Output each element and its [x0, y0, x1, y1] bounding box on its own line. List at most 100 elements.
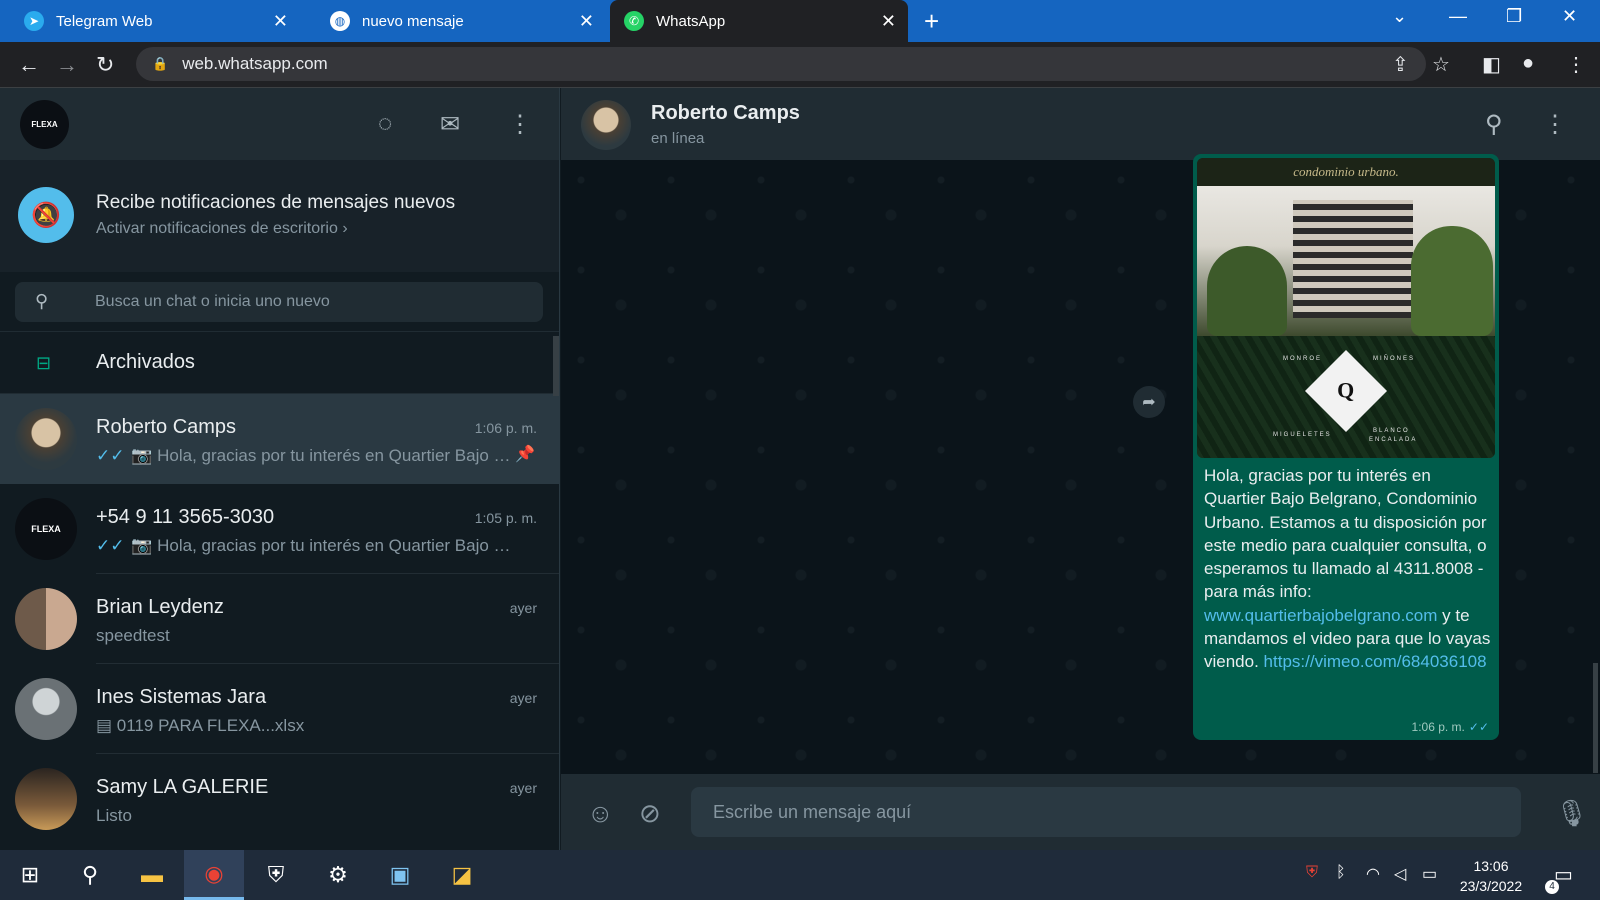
tab-telegram[interactable]: ➤ Telegram Web ✕ [0, 0, 300, 42]
default-avatar-icon [15, 678, 77, 740]
new-chat-icon[interactable]: ✉ [440, 110, 460, 139]
chat-time: 1:06 p. m. [474, 420, 537, 436]
logo-word: MONROE [1283, 356, 1322, 362]
archived-label: Archivados [96, 351, 195, 373]
chat-time: ayer [509, 600, 537, 616]
notification-title: Recibe notificaciones de mensajes nuevos [96, 192, 456, 213]
message-image[interactable]: condominio urbano. MONROE MIÑONES Q MIGU… [1197, 158, 1495, 458]
new-tab-button[interactable]: + [924, 6, 939, 37]
search-icon: ⚲ [35, 291, 49, 311]
archived-row[interactable]: ⊟ Archivados [0, 332, 559, 394]
chat-item-samy-la-galerie[interactable]: Samy LA GALERIE ayer Listo [0, 754, 559, 844]
side-panel-icon[interactable]: ◧ [1482, 52, 1501, 77]
pin-icon: 📌 [515, 446, 535, 463]
notification-count-badge: 4 [1545, 880, 1559, 894]
chat-item-phone[interactable]: FLEXA +54 9 11 3565-3030 1:05 p. m. ✓✓ 📷… [0, 484, 559, 574]
close-tab-icon[interactable]: ✕ [579, 11, 594, 32]
conversation-pane: Roberto Camps en línea ⚲ ⋮ ➦ condominio … [561, 88, 1600, 850]
telegram-icon: ➤ [24, 11, 44, 31]
quartier-logo: MONROE MIÑONES Q MIGUELETES BLANCO ENCAL… [1197, 336, 1495, 458]
image-caption: condominio urbano. [1197, 158, 1495, 186]
file-explorer-icon[interactable]: ▬ [122, 850, 182, 900]
settings-gear-icon[interactable]: ⚙ [308, 850, 368, 900]
forward-icon[interactable]: ➦ [1133, 386, 1165, 418]
bookmark-star-icon[interactable]: ☆ [1432, 52, 1450, 77]
emoji-icon[interactable]: ☺ [587, 798, 614, 829]
reload-icon[interactable]: ↻ [96, 52, 114, 78]
bell-off-icon: 🔕 [18, 187, 74, 243]
chat-item-brian-leydenz[interactable]: Brian Leydenz ayer speedtest [0, 574, 559, 664]
microphone-icon[interactable]: 🎙 [1555, 798, 1588, 829]
close-tab-icon[interactable]: ✕ [881, 11, 896, 32]
back-icon[interactable]: ← [18, 52, 40, 78]
outgoing-message[interactable]: condominio urbano. MONROE MIÑONES Q MIGU… [1193, 154, 1499, 740]
my-profile-avatar[interactable]: FLEXA [20, 100, 69, 149]
forward-icon[interactable]: → [56, 52, 78, 78]
wifi-icon[interactable]: ◠ [1366, 864, 1380, 884]
logo-word: MIGUELETES [1273, 432, 1332, 438]
chat-name: Brian Leydenz [96, 596, 224, 618]
tree [1207, 246, 1287, 336]
conversation-menu-icon[interactable]: ⋮ [1543, 110, 1567, 139]
avatar: FLEXA [15, 498, 77, 560]
whatsapp-icon: ✆ [624, 11, 644, 31]
chat-item-roberto-camps[interactable]: Roberto Camps 1:06 p. m. ✓✓ 📷 Hola, grac… [0, 394, 559, 484]
chat-preview: ▤ 0119 PARA FLEXA...xlsx [96, 716, 516, 736]
website-link[interactable]: www.quartierbajobelgrano.com [1204, 606, 1437, 625]
contact-avatar[interactable] [581, 100, 631, 150]
status-icon[interactable]: ◌ [378, 110, 392, 138]
tab-title: Telegram Web [56, 12, 153, 30]
camera-icon: 📷 [131, 536, 153, 555]
search-icon[interactable]: ⚲ [60, 850, 120, 900]
system-clock[interactable]: 13:06 23/3/2022 [1446, 856, 1536, 896]
chat-list-scrollbar[interactable] [553, 336, 559, 396]
logo-mark: Q [1304, 349, 1388, 433]
clock-date: 23/3/2022 [1459, 878, 1523, 894]
attach-icon[interactable]: ⊘ [639, 798, 661, 829]
globe-icon: ◍ [330, 11, 350, 31]
windows-start-icon[interactable]: ⊞ [0, 850, 60, 900]
double-check-icon: ✓✓ [96, 536, 125, 555]
search-box: ⚲ [15, 282, 543, 322]
address-bar[interactable]: 🔒 web.whatsapp.com [136, 47, 1426, 81]
chat-preview-text: speedtest [96, 626, 170, 645]
logo-letter: Q [1337, 378, 1355, 403]
message-meta: 1:06 p. m. ✓✓ [1412, 720, 1489, 734]
tab-search-icon[interactable]: ⌄ [1392, 6, 1407, 27]
search-input[interactable] [95, 282, 525, 322]
enable-notifications-link[interactable]: Activar notificaciones de escritorio › [96, 220, 348, 238]
profile-icon[interactable]: ● [1522, 52, 1534, 75]
logo-word: MIÑONES [1373, 356, 1416, 362]
restore-button[interactable]: ❐ [1506, 6, 1522, 27]
share-icon[interactable]: ⇪ [1392, 52, 1409, 77]
tab-nuevo-mensaje[interactable]: ◍ nuevo mensaje ✕ [306, 0, 606, 42]
chrome-icon[interactable]: ◉ [184, 850, 244, 900]
chat-time: ayer [509, 780, 537, 796]
close-window-button[interactable]: ✕ [1562, 6, 1577, 27]
building [1293, 200, 1413, 318]
camera-icon: 📷 [131, 446, 153, 465]
app-icon[interactable]: ◪ [432, 850, 492, 900]
menu-icon[interactable]: ⋮ [508, 110, 532, 139]
defender-warning-icon[interactable]: ⛨ [1306, 864, 1318, 882]
vimeo-link[interactable]: https://vimeo.com/684036108 [1264, 652, 1487, 671]
tab-whatsapp[interactable]: ✆ WhatsApp ✕ [610, 0, 908, 42]
tree [1411, 226, 1493, 336]
browser-menu-icon[interactable]: ⋮ [1566, 52, 1586, 77]
control-panel-icon[interactable]: ▣ [370, 850, 430, 900]
notification-banner[interactable]: 🔕 Recibe notificaciones de mensajes nuev… [0, 160, 559, 272]
tab-title: WhatsApp [656, 12, 726, 30]
battery-icon[interactable]: ▭ [1422, 864, 1437, 884]
chat-preview-text: Hola, gracias por tu interés en Quartier… [157, 536, 516, 555]
bluetooth-icon[interactable]: ᛒ [1336, 864, 1346, 882]
volume-icon[interactable]: ◁ [1394, 864, 1406, 884]
search-messages-icon[interactable]: ⚲ [1485, 110, 1503, 139]
chat-item-ines-sistemas-jara[interactable]: Ines Sistemas Jara ayer ▤ 0119 PARA FLEX… [0, 664, 559, 754]
minimize-button[interactable]: — [1449, 6, 1467, 27]
message-input[interactable] [691, 787, 1521, 837]
security-shield-icon[interactable]: ⛨ [246, 850, 306, 900]
close-tab-icon[interactable]: ✕ [273, 11, 288, 32]
windows-taskbar: ⊞ ⚲ ▬ ◉ ⛨ ⚙ ▣ ◪ ⛨ ᛒ ◠ ◁ ▭ 13:06 23/3/202… [0, 850, 1600, 900]
conversation-header[interactable]: Roberto Camps en línea ⚲ ⋮ [561, 88, 1600, 160]
message-scrollbar[interactable] [1593, 663, 1598, 773]
